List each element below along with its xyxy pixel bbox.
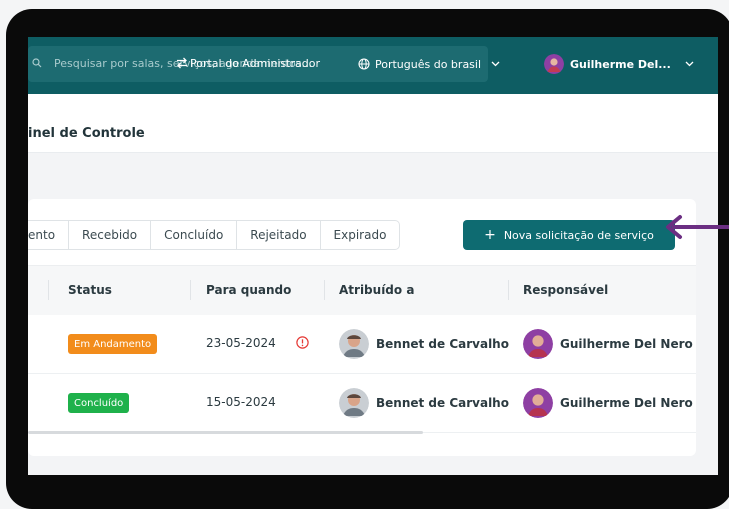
column-header-due-date[interactable]: Para quando [206, 283, 291, 297]
avatar [523, 388, 553, 418]
search-icon [32, 58, 42, 68]
tab-em-andamento[interactable]: ento [28, 220, 70, 250]
tab-rejeitado[interactable]: Rejeitado [237, 220, 321, 250]
tab-recebido[interactable]: Recebido [69, 220, 152, 250]
column-separator [508, 280, 509, 300]
switch-arrows-icon [177, 57, 187, 69]
app-screen: Pesquisar por salas, serviços, agendamen… [28, 37, 718, 475]
language-label: Português do brasil [375, 57, 482, 71]
avatar [523, 329, 553, 359]
chevron-down-icon [491, 61, 500, 67]
page-header [28, 94, 718, 153]
overdue-alert-icon [296, 336, 309, 349]
page-title: inel de Controle [28, 126, 145, 141]
assigned-name: Bennet de Carvalho [376, 337, 509, 351]
user-avatar [544, 54, 564, 74]
annotation-arrow-icon [666, 215, 729, 239]
responsible-person[interactable]: Guilherme Del Nero [523, 388, 693, 418]
avatar [339, 329, 369, 359]
tab-concluido[interactable]: Concluído [151, 220, 238, 250]
table-row[interactable]: Concluído 15-05-2024 Bennet de Carvalho … [28, 374, 696, 433]
table-header: Status Para quando Atribuído a Responsáv… [28, 265, 696, 315]
user-menu[interactable]: Guilherme Del... [544, 52, 694, 76]
chevron-down-icon [685, 61, 694, 67]
column-separator [324, 280, 325, 300]
column-separator [48, 280, 49, 300]
due-date: 15-05-2024 [206, 395, 276, 409]
assigned-name: Bennet de Carvalho [376, 396, 509, 410]
admin-portal-link[interactable]: Portal do Administrador [190, 57, 320, 70]
column-header-responsible[interactable]: Responsável [523, 283, 608, 297]
column-header-assigned[interactable]: Atribuído a [339, 283, 414, 297]
column-header-status[interactable]: Status [68, 283, 112, 297]
tablet-frame: Pesquisar por salas, serviços, agendamen… [6, 9, 729, 509]
due-date: 23-05-2024 [206, 336, 276, 350]
status-badge: Concluído [68, 393, 130, 413]
top-navigation-bar: Pesquisar por salas, serviços, agendamen… [28, 37, 718, 94]
horizontal-scrollbar[interactable] [28, 431, 423, 434]
responsible-name: Guilherme Del Nero [560, 337, 693, 351]
language-selector[interactable]: Português do brasil [358, 56, 505, 72]
assigned-person[interactable]: Bennet de Carvalho [339, 388, 509, 418]
responsible-person[interactable]: Guilherme Del Nero [523, 329, 693, 359]
status-filter-tabs: ento Recebido Concluído Rejeitado Expira… [28, 220, 401, 250]
globe-icon [358, 58, 370, 70]
table-row[interactable]: Em Andamento 23-05-2024 Bennet de Carval… [28, 315, 696, 374]
status-badge: Em Andamento [68, 334, 158, 354]
user-name: Guilherme Del... [570, 57, 671, 71]
tab-expirado[interactable]: Expirado [320, 220, 401, 250]
new-service-request-button[interactable]: + Nova solicitação de serviço [463, 220, 675, 250]
new-service-request-label: Nova solicitação de serviço [503, 228, 654, 242]
avatar [339, 388, 369, 418]
column-separator [190, 280, 191, 300]
responsible-name: Guilherme Del Nero [560, 396, 693, 410]
plus-icon: + [484, 227, 496, 243]
assigned-person[interactable]: Bennet de Carvalho [339, 329, 509, 359]
